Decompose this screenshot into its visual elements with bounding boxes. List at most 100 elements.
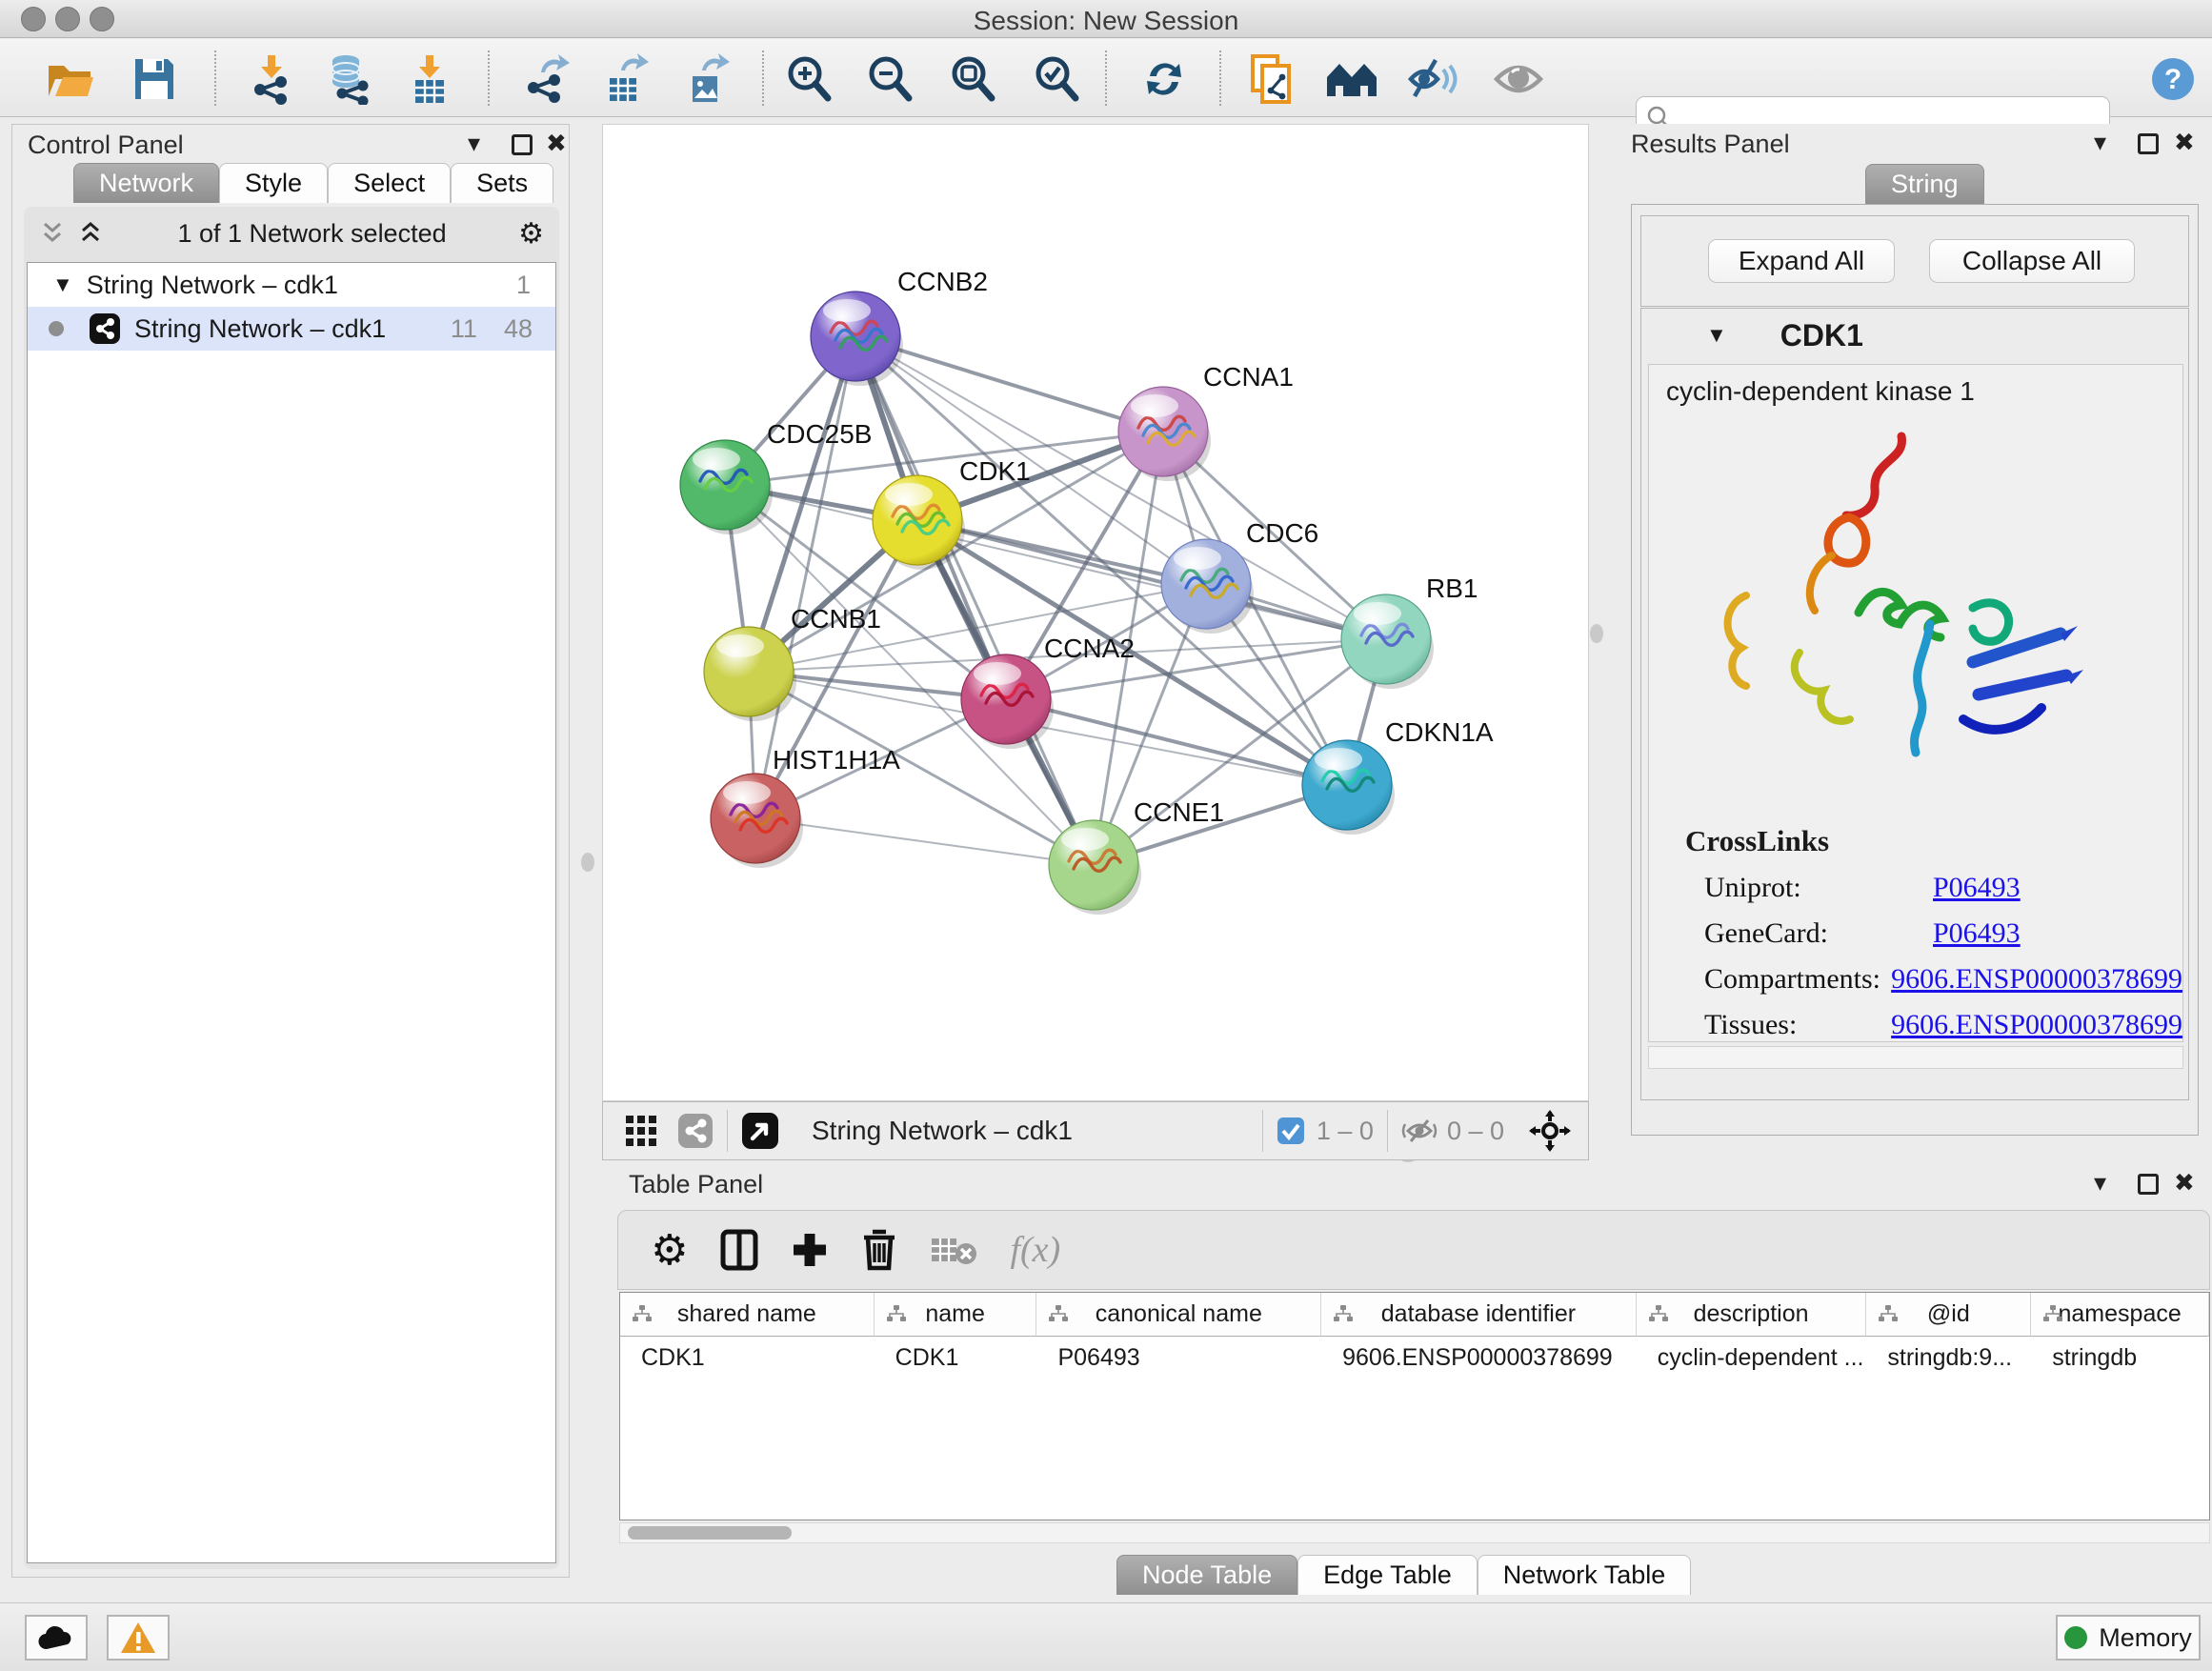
network-options-gear-icon[interactable]: ⚙ — [518, 217, 544, 251]
column-header-description[interactable]: description — [1637, 1293, 1867, 1337]
table-cell[interactable]: stringdb:9... — [1866, 1337, 2031, 1379]
control-panel-menu-icon[interactable]: ▾ — [468, 129, 480, 158]
home-layout-button[interactable] — [1325, 52, 1378, 106]
table-cell[interactable]: 9606.ENSP00000378699 — [1321, 1337, 1637, 1379]
warning-status-button[interactable] — [107, 1615, 170, 1661]
results-panel-float-icon[interactable] — [2138, 133, 2159, 154]
results-hscrollbar[interactable] — [1648, 1046, 2183, 1069]
tab-node-table[interactable]: Node Table — [1116, 1555, 1297, 1595]
network-graph[interactable]: CCNB2CCNA1CDC25BCDK1CDC6RB1CCNB1CCNA2CDK… — [603, 125, 1588, 1100]
column-header--id[interactable]: @id — [1866, 1293, 2031, 1337]
node-cdc25b[interactable]: CDC25B — [680, 419, 872, 534]
left-splitter-handle[interactable] — [581, 853, 594, 872]
table-row[interactable]: CDK1CDK1P064939606.ENSP00000378699cyclin… — [620, 1337, 2209, 1379]
results-panel-close-icon[interactable]: ✖ — [2174, 128, 2195, 157]
import-table-icon — [408, 53, 452, 105]
birds-eye-view-icon[interactable] — [741, 1112, 779, 1150]
fit-selected-crosshair-icon[interactable] — [1529, 1110, 1571, 1152]
collapse-all-button[interactable]: Collapse All — [1929, 239, 2135, 283]
import-network-database-button[interactable] — [323, 52, 376, 106]
network-canvas[interactable]: CCNB2CCNA1CDC25BCDK1CDC6RB1CCNB1CCNA2CDK… — [602, 124, 1589, 1101]
zoom-fit-button[interactable] — [946, 52, 999, 106]
network-share-icon[interactable] — [677, 1113, 714, 1149]
memory-button[interactable]: Memory — [2056, 1615, 2201, 1661]
selected-checkbox-icon[interactable] — [1277, 1117, 1305, 1145]
delete-table-icon[interactable] — [930, 1233, 977, 1267]
table-tabs: Node TableEdge TableNetwork Table — [1116, 1555, 1691, 1595]
node-ccna1[interactable]: CCNA1 — [1118, 362, 1294, 481]
tab-edge-table[interactable]: Edge Table — [1297, 1555, 1478, 1595]
column-header-database-identifier[interactable]: database identifier — [1321, 1293, 1637, 1337]
table-settings-gear-icon[interactable]: ⚙ — [651, 1226, 688, 1275]
export-network-button[interactable] — [520, 52, 573, 106]
cloud-status-button[interactable] — [25, 1615, 88, 1661]
hidden-eye-icon[interactable] — [1401, 1117, 1438, 1145]
table-panel-close-icon[interactable]: ✖ — [2174, 1168, 2195, 1198]
edge-HIST1H1A-CCNE1[interactable] — [755, 818, 1094, 865]
crosslink-link[interactable]: P06493 — [1933, 872, 2021, 904]
eye-button[interactable] — [1492, 52, 1545, 106]
tab-style[interactable]: Style — [219, 163, 328, 203]
collection-expand-arrow-icon[interactable]: ▼ — [52, 272, 73, 297]
export-image-button[interactable] — [682, 52, 735, 106]
node-ccnb1[interactable]: CCNB1 — [704, 604, 881, 721]
import-table-file-button[interactable] — [403, 52, 456, 106]
control-panel-float-icon[interactable] — [512, 134, 533, 155]
grid-view-icon[interactable] — [624, 1114, 658, 1148]
zoom-selected-button[interactable] — [1030, 52, 1083, 106]
tab-network[interactable]: Network — [73, 163, 219, 203]
zoom-out-button[interactable] — [863, 52, 916, 106]
add-column-icon[interactable] — [791, 1231, 829, 1269]
save-session-button[interactable] — [128, 52, 181, 106]
column-header-canonical-name[interactable]: canonical name — [1036, 1293, 1321, 1337]
network-row[interactable]: String Network – cdk1 11 48 — [28, 307, 555, 351]
crosslink-link[interactable]: P06493 — [1933, 917, 2021, 950]
node-cdk1[interactable]: CDK1 — [873, 456, 1031, 570]
column-header-name[interactable]: name — [875, 1293, 1037, 1337]
tab-string[interactable]: String — [1865, 164, 1984, 204]
table-panel-menu-icon[interactable]: ▾ — [2094, 1168, 2106, 1198]
table-cell[interactable]: CDK1 — [620, 1337, 875, 1379]
expand-all-icon[interactable] — [77, 221, 106, 246]
column-header-namespace[interactable]: namespace — [2031, 1293, 2209, 1337]
table-cell[interactable]: cyclin-dependent ... — [1637, 1337, 1867, 1379]
crosslink-link[interactable]: 9606.ENSP00000378699 — [1891, 963, 2182, 996]
network-collection-row[interactable]: ▼ String Network – cdk1 1 — [28, 263, 555, 307]
table-hscrollbar[interactable] — [619, 1522, 2210, 1543]
import-network-file-button[interactable] — [244, 52, 297, 106]
right-splitter-handle[interactable] — [1590, 624, 1603, 643]
open-session-button[interactable] — [44, 52, 97, 106]
refresh-layout-button[interactable] — [1137, 52, 1191, 106]
zoom-in-button[interactable] — [782, 52, 835, 106]
collapse-all-icon[interactable] — [39, 221, 68, 246]
node-hist1h1a[interactable]: HIST1H1A — [711, 745, 900, 868]
tab-network-table[interactable]: Network Table — [1478, 1555, 1692, 1595]
export-table-button[interactable] — [601, 52, 654, 106]
show-columns-icon[interactable] — [720, 1229, 758, 1271]
table-hscrollbar-thumb[interactable] — [628, 1526, 792, 1540]
tab-select[interactable]: Select — [328, 163, 451, 203]
table-cell[interactable]: P06493 — [1036, 1337, 1321, 1379]
results-panel-menu-icon[interactable]: ▾ — [2094, 128, 2106, 157]
table-cell[interactable]: stringdb — [2031, 1337, 2209, 1379]
column-header-shared-name[interactable]: shared name — [620, 1293, 875, 1337]
node-label-cdc6: CDC6 — [1246, 518, 1318, 548]
table-cell[interactable]: CDK1 — [875, 1337, 1037, 1379]
protein-collapse-arrow-icon[interactable]: ▼ — [1706, 323, 1727, 348]
hide-unhide-button[interactable] — [1406, 52, 1459, 106]
table-panel-float-icon[interactable] — [2138, 1174, 2159, 1195]
tab-sets[interactable]: Sets — [451, 163, 553, 203]
node-cdkn1a[interactable]: CDKN1A — [1302, 717, 1494, 835]
help-button[interactable]: ? — [2146, 52, 2200, 106]
edge-CCNB2-CCNE1[interactable] — [855, 336, 1094, 865]
clone-network-button[interactable] — [1244, 52, 1297, 106]
function-builder-icon[interactable]: f(x) — [1010, 1229, 1060, 1271]
crosslink-link[interactable]: 9606.ENSP00000378699 — [1891, 1009, 2182, 1041]
control-panel: Control Panel ▾ ✖ NetworkStyleSelectSets… — [11, 124, 570, 1578]
control-panel-close-icon[interactable]: ✖ — [546, 129, 567, 158]
title-bar: Session: New Session — [0, 0, 2212, 38]
node-ccne1[interactable]: CCNE1 — [1049, 797, 1224, 915]
delete-column-trash-icon[interactable] — [861, 1229, 897, 1271]
node-rb1[interactable]: RB1 — [1341, 574, 1478, 689]
expand-all-button[interactable]: Expand All — [1708, 239, 1895, 283]
